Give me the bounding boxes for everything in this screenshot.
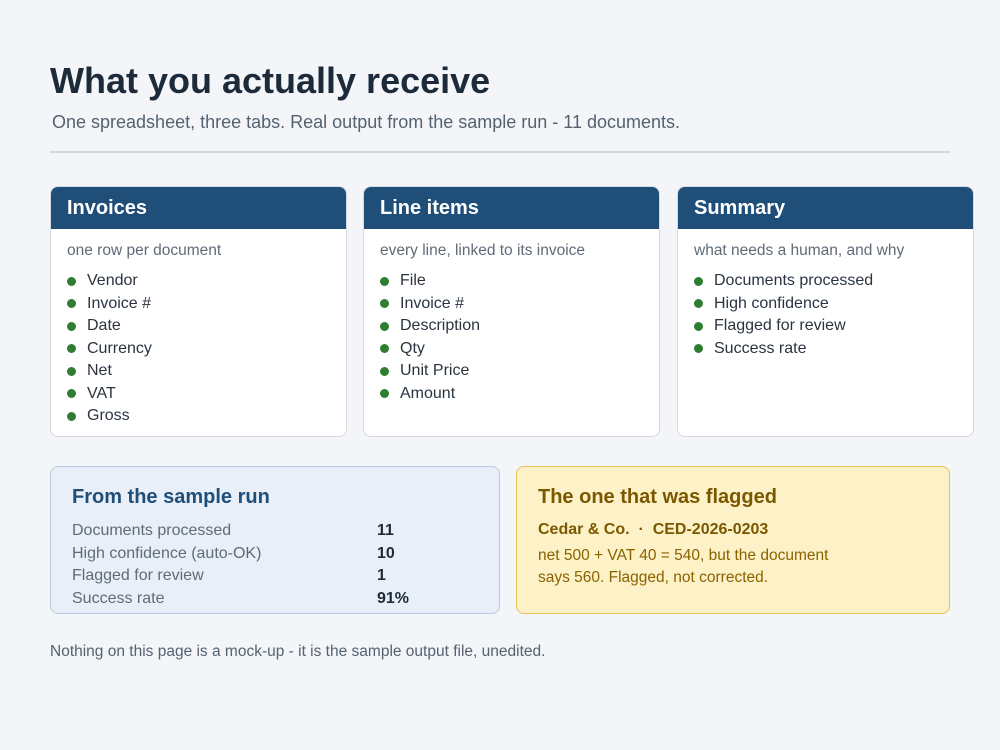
- field-item: Unit Price: [380, 360, 659, 383]
- tab-card-line-items: Line items every line, linked to its invo…: [363, 186, 660, 437]
- field-label: Invoice #: [87, 294, 152, 312]
- stat-label: High confidence (auto-OK): [72, 544, 262, 562]
- field-item: VAT: [67, 383, 346, 406]
- bullet-dot-icon: [67, 299, 76, 309]
- bullet-dot-icon: [67, 411, 76, 421]
- sample-run-title: From the sample run: [72, 486, 270, 508]
- sample-run-rows: Documents processed 11 High confidence (au…: [72, 520, 478, 610]
- page-title: What you actually receive: [50, 60, 491, 101]
- bullet-dot-icon: [694, 344, 703, 354]
- field-item: Flagged for review: [694, 315, 973, 338]
- stat-row: Success rate 91%: [72, 588, 478, 611]
- bullet-dot-icon: [380, 366, 389, 376]
- footer-note: Nothing on this page is a mock-up - it i…: [50, 643, 546, 660]
- stat-row: Documents processed 11: [72, 520, 478, 543]
- field-label: Gross: [87, 407, 130, 425]
- field-label: Success rate: [714, 339, 807, 357]
- field-label: Unit Price: [400, 362, 470, 380]
- flagged-note: net 500 + VAT 40 = 540, but the document…: [538, 547, 829, 586]
- flagged-separator: ·: [638, 521, 644, 538]
- bullet-dot-icon: [67, 276, 76, 286]
- bullet-dot-icon: [67, 389, 76, 399]
- tab-card-invoices: Invoices one row per document Vendor Invoic…: [50, 186, 347, 437]
- field-label: Vendor: [87, 272, 138, 290]
- field-item: Qty: [380, 338, 659, 361]
- stat-value: 11: [377, 522, 394, 540]
- sample-run-panel: From the sample run Documents processed 1…: [50, 466, 500, 614]
- field-item: File: [380, 270, 659, 293]
- tab-card-description: every line, linked to its invoice: [380, 242, 586, 259]
- tab-card-title: Summary: [678, 187, 973, 229]
- stat-value: 91%: [377, 589, 410, 607]
- field-item: Documents processed: [694, 270, 973, 293]
- field-label: Net: [87, 362, 112, 380]
- stat-value: 1: [377, 567, 386, 585]
- divider: [50, 151, 950, 153]
- flagged-title: The one that was flagged: [538, 486, 777, 508]
- field-item: Vendor: [67, 270, 346, 293]
- field-item: Invoice #: [380, 293, 659, 316]
- tab-card-description: what needs a human, and why: [694, 242, 905, 259]
- field-label: Invoice #: [400, 294, 465, 312]
- field-item: Description: [380, 315, 659, 338]
- bullet-dot-icon: [694, 321, 703, 331]
- stat-value: 10: [377, 544, 395, 562]
- stat-row: Flagged for review 1: [72, 565, 478, 588]
- bullet-dot-icon: [694, 299, 703, 309]
- field-item: Invoice #: [67, 293, 346, 316]
- flagged-invoice: CED-2026-0203: [652, 521, 769, 538]
- field-label: VAT: [87, 384, 116, 402]
- bullet-dot-icon: [380, 321, 389, 331]
- field-list: Documents processed High confidence Flagge…: [694, 270, 973, 360]
- tab-card-title: Invoices: [51, 187, 346, 229]
- field-item: Date: [67, 315, 346, 338]
- field-item: Gross: [67, 405, 346, 428]
- bullet-dot-icon: [380, 299, 389, 309]
- stat-row: High confidence (auto-OK) 10: [72, 543, 478, 566]
- field-item: Amount: [380, 383, 659, 406]
- bullet-dot-icon: [380, 389, 389, 399]
- field-label: Currency: [87, 339, 152, 357]
- tab-card-title: Line items: [364, 187, 659, 229]
- flagged-panel: The one that was flagged Cedar & Co. · C…: [516, 466, 950, 614]
- field-label: High confidence: [714, 294, 829, 312]
- field-label: Qty: [400, 339, 425, 357]
- field-label: File: [400, 272, 426, 290]
- field-label: Amount: [400, 384, 456, 402]
- field-label: Flagged for review: [714, 317, 846, 335]
- bullet-dot-icon: [694, 276, 703, 286]
- bullet-dot-icon: [67, 344, 76, 354]
- field-list: File Invoice # Description Qty Unit Price Amo…: [380, 270, 659, 405]
- field-item: Currency: [67, 338, 346, 361]
- field-item: Net: [67, 360, 346, 383]
- field-item: Success rate: [694, 338, 973, 361]
- tab-card-description: one row per document: [67, 242, 222, 259]
- field-label: Description: [400, 317, 481, 335]
- bullet-dot-icon: [380, 276, 389, 286]
- flagged-vendor: Cedar & Co.: [538, 521, 630, 538]
- tab-card-summary: Summary what needs a human, and why Docume…: [677, 186, 974, 437]
- stat-label: Flagged for review: [72, 567, 204, 585]
- field-item: High confidence: [694, 293, 973, 316]
- field-label: Documents processed: [714, 272, 874, 290]
- stat-label: Success rate: [72, 589, 165, 607]
- page-subtitle: One spreadsheet, three tabs. Real output…: [52, 112, 681, 132]
- field-label: Date: [87, 317, 121, 335]
- stat-label: Documents processed: [72, 522, 232, 540]
- bullet-dot-icon: [380, 344, 389, 354]
- field-list: Vendor Invoice # Date Currency Net VAT Gross: [67, 270, 346, 428]
- bullet-dot-icon: [67, 321, 76, 331]
- bullet-dot-icon: [67, 366, 76, 376]
- flagged-reference: Cedar & Co. · CED-2026-0203: [538, 521, 928, 539]
